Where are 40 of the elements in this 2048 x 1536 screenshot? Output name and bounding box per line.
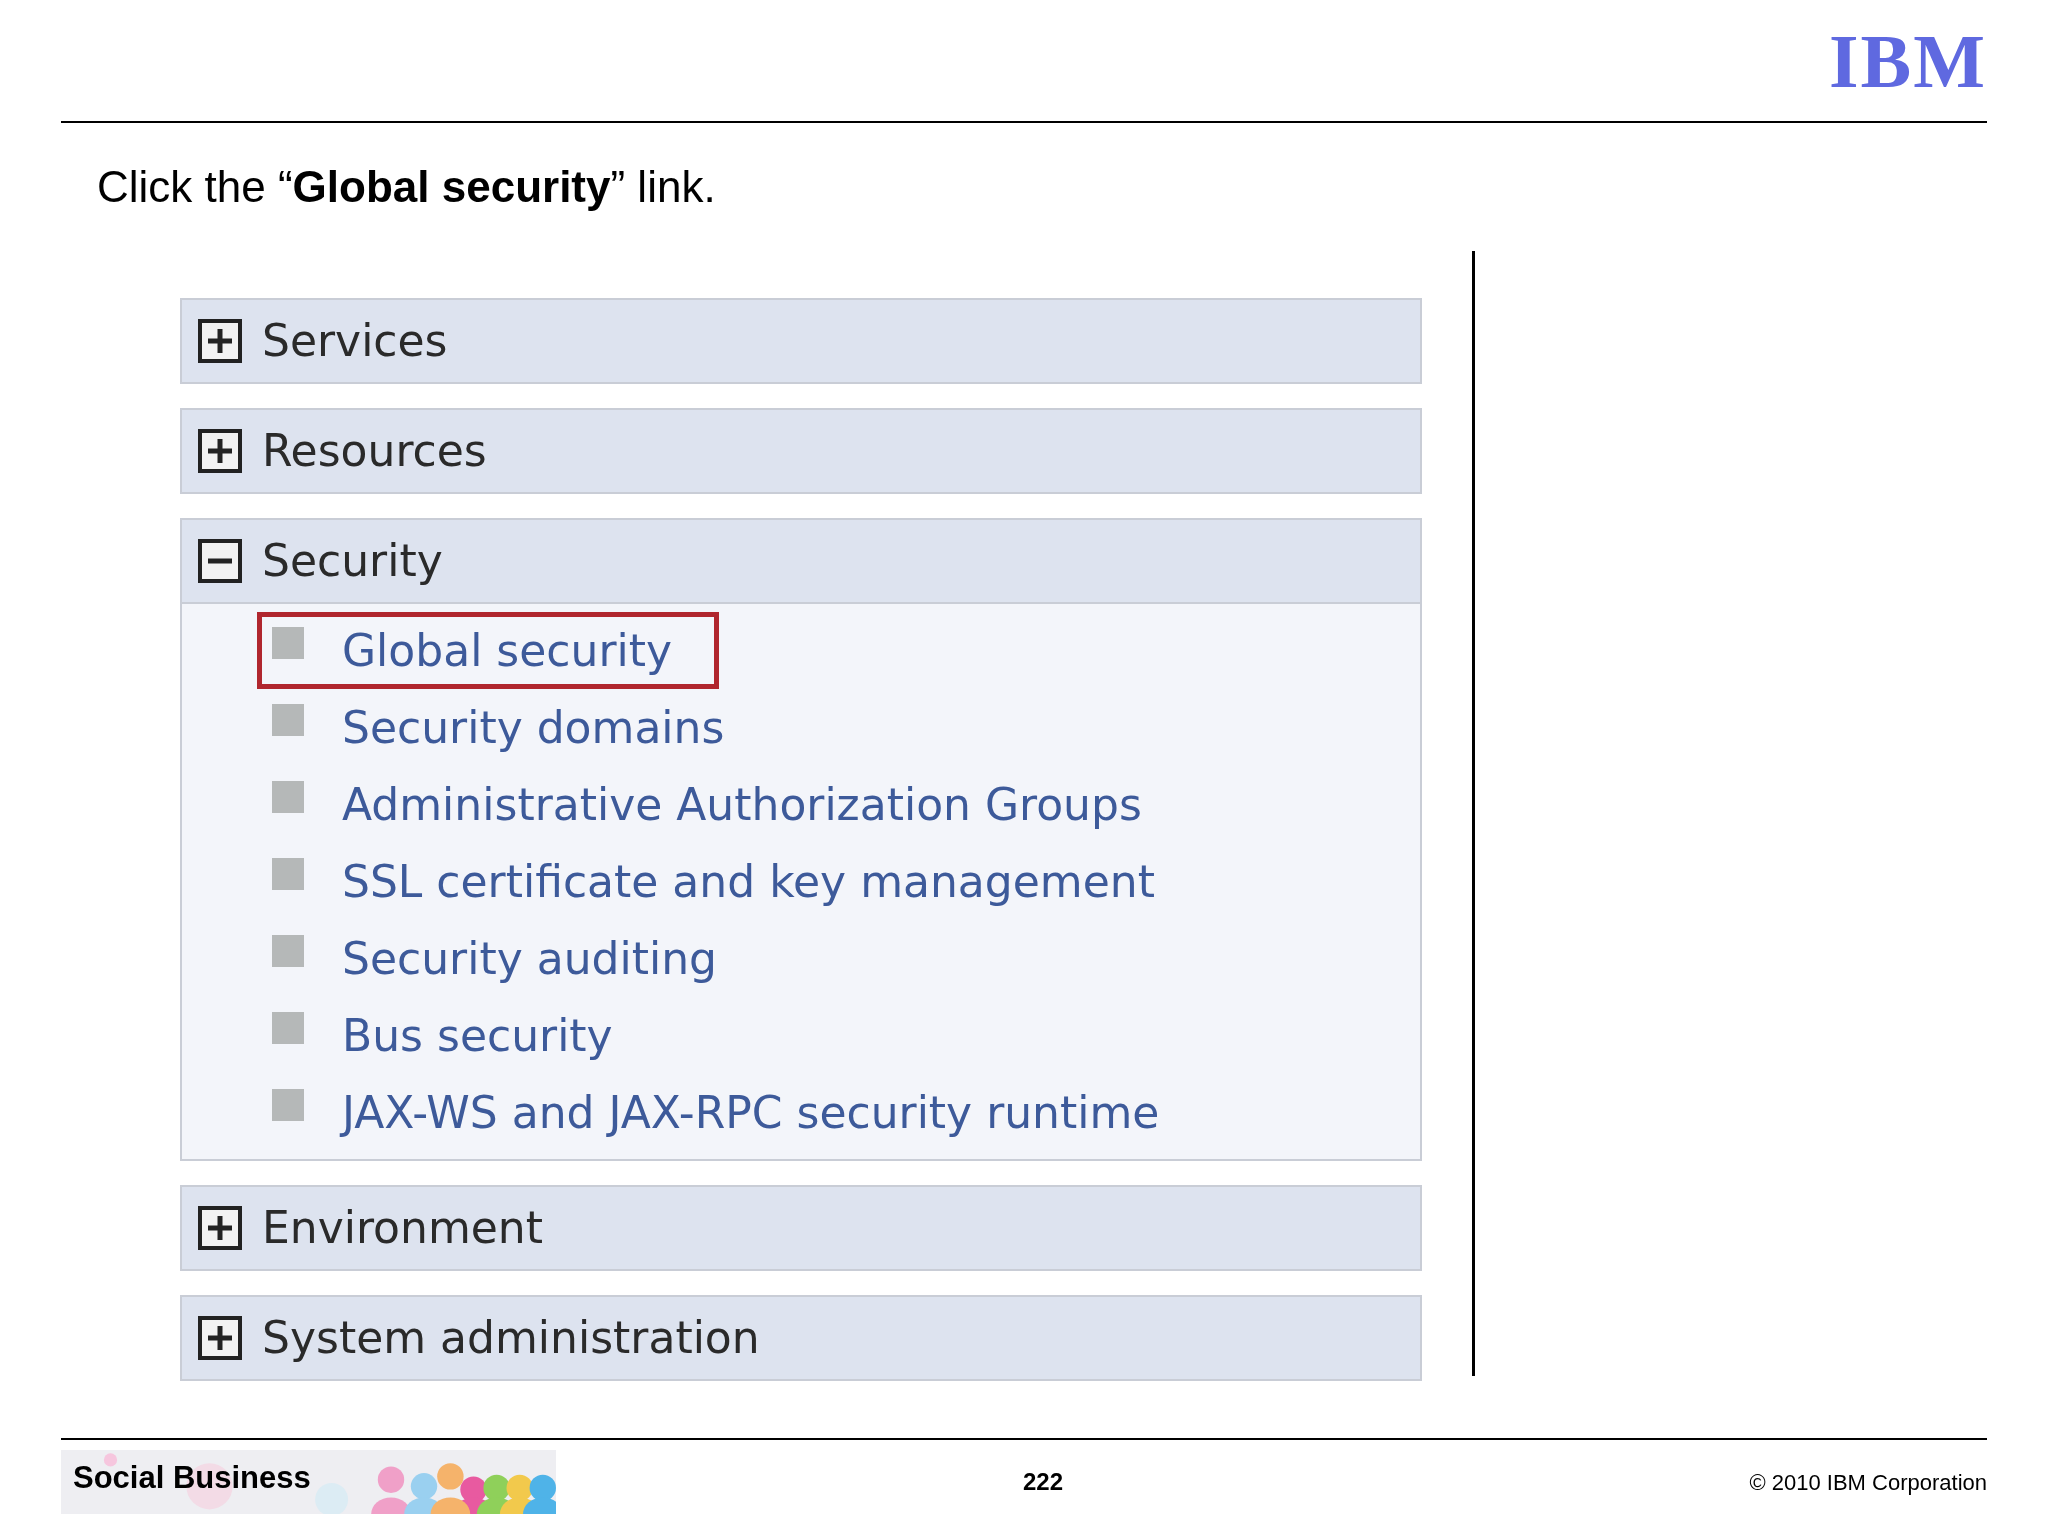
bullet-icon bbox=[272, 627, 304, 659]
section-header[interactable]: Services bbox=[180, 298, 1422, 384]
nav-link[interactable]: Bus security bbox=[342, 1002, 613, 1069]
banner-title: Social Business bbox=[73, 1462, 311, 1493]
section-title: Security bbox=[262, 534, 443, 588]
nav-link[interactable]: Security domains bbox=[342, 694, 725, 761]
section-header[interactable]: Security bbox=[180, 518, 1422, 604]
section-header[interactable]: Resources bbox=[180, 408, 1422, 494]
nav-link[interactable]: Administrative Authorization Groups bbox=[342, 771, 1142, 838]
section-title: System administration bbox=[262, 1311, 760, 1365]
bullet-icon bbox=[272, 1012, 304, 1044]
nav-link[interactable]: Security auditing bbox=[342, 925, 717, 992]
instruction-text: Click the “Global security” link. bbox=[97, 165, 717, 209]
section-header[interactable]: Environment bbox=[180, 1185, 1422, 1271]
nav-link-row[interactable]: Security auditing bbox=[257, 920, 764, 997]
section-header[interactable]: System administration bbox=[180, 1295, 1422, 1381]
bullet-icon bbox=[272, 935, 304, 967]
section-title: Resources bbox=[262, 424, 487, 478]
section-title: Environment bbox=[262, 1201, 543, 1255]
copyright: © 2010 IBM Corporation bbox=[1749, 1468, 1987, 1497]
bullet-icon bbox=[272, 704, 304, 736]
collapse-icon[interactable] bbox=[198, 539, 242, 583]
expand-icon[interactable] bbox=[198, 1206, 242, 1250]
section-title: Services bbox=[262, 314, 448, 368]
expand-icon[interactable] bbox=[198, 319, 242, 363]
bullet-icon bbox=[272, 858, 304, 890]
nav-link-row[interactable]: Security domains bbox=[257, 689, 772, 766]
page-number: 222 bbox=[1023, 1467, 1064, 1497]
bullet-icon bbox=[272, 1089, 304, 1121]
nav-link-row[interactable]: SSL certificate and key management bbox=[257, 843, 1202, 920]
nav-link[interactable]: Global security bbox=[342, 617, 673, 684]
expand-icon[interactable] bbox=[198, 429, 242, 473]
nav-link-row[interactable]: Bus security bbox=[257, 997, 660, 1074]
nav-link-row[interactable]: Global security bbox=[257, 612, 720, 689]
nav-link[interactable]: SSL certificate and key management bbox=[342, 848, 1155, 915]
ibm-logo: IBM bbox=[1829, 22, 1987, 99]
expand-icon[interactable] bbox=[198, 1316, 242, 1360]
nav-link-row[interactable]: JAX-WS and JAX-RPC security runtime bbox=[257, 1074, 1207, 1151]
nav-link-row[interactable]: Administrative Authorization Groups bbox=[257, 766, 1189, 843]
bullet-icon bbox=[272, 781, 304, 813]
